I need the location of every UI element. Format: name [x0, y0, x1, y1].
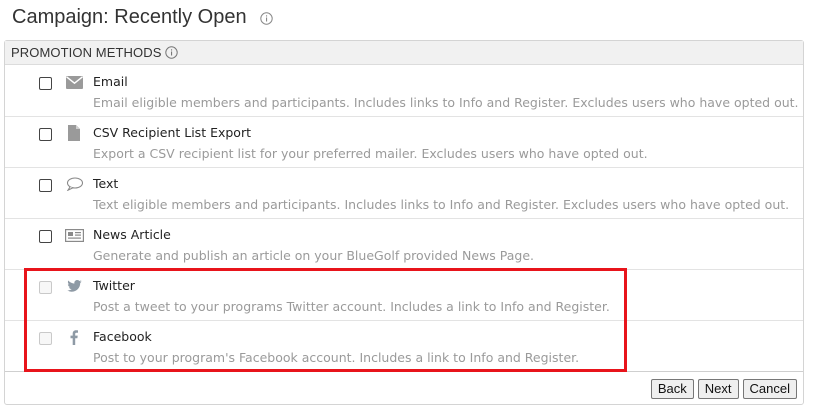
cancel-button[interactable]: Cancel	[742, 379, 797, 399]
file-icon	[63, 123, 85, 143]
method-description: Email eligible members and participants.…	[93, 95, 799, 110]
csv-export-checkbox[interactable]	[39, 128, 52, 141]
facebook-checkbox[interactable]	[39, 332, 52, 345]
method-description: Post a tweet to your programs Twitter ac…	[93, 299, 610, 314]
text-checkbox[interactable]	[39, 179, 52, 192]
wizard-button-bar: Back Next Cancel	[650, 379, 797, 399]
method-label: Facebook	[93, 329, 152, 344]
method-description: Text eligible members and participants. …	[93, 197, 790, 212]
twitter-checkbox[interactable]	[39, 281, 52, 294]
info-circle-icon[interactable]	[165, 46, 179, 59]
promotion-methods-panel: PROMOTION METHODS Email Email eligible m…	[4, 40, 804, 405]
twitter-bird-icon	[63, 276, 85, 296]
page-header: Campaign: Recently Open	[12, 5, 273, 29]
newspaper-icon	[63, 225, 85, 245]
panel-title: PROMOTION METHODS	[11, 45, 162, 60]
envelope-icon	[63, 72, 85, 92]
method-row-facebook: Facebook Post to your program's Facebook…	[5, 321, 803, 372]
method-row-email: Email Email eligible members and partici…	[5, 66, 803, 117]
method-label: Text	[93, 176, 119, 191]
method-list: Email Email eligible members and partici…	[5, 66, 803, 372]
method-row-news-article: News Article Generate and publish an art…	[5, 219, 803, 270]
email-checkbox[interactable]	[39, 77, 52, 90]
next-button[interactable]: Next	[697, 379, 739, 399]
method-description: Post to your program's Facebook account.…	[93, 350, 580, 365]
method-label: CSV Recipient List Export	[93, 125, 251, 140]
method-description: Generate and publish an article on your …	[93, 248, 535, 263]
panel-header: PROMOTION METHODS	[5, 41, 803, 65]
facebook-f-icon	[63, 327, 85, 347]
method-row-csv-export: CSV Recipient List Export Export a CSV r…	[5, 117, 803, 168]
method-description: Export a CSV recipient list for your pre…	[93, 146, 648, 161]
info-circle-icon[interactable]	[259, 11, 273, 25]
method-row-twitter: Twitter Post a tweet to your programs Tw…	[5, 270, 803, 321]
method-label: News Article	[93, 227, 171, 242]
news-article-checkbox[interactable]	[39, 230, 52, 243]
method-label: Email	[93, 74, 128, 89]
speech-bubble-icon	[63, 174, 85, 194]
page-title: Campaign: Recently Open	[12, 5, 247, 28]
method-label: Twitter	[93, 278, 135, 293]
method-row-text: Text Text eligible members and participa…	[5, 168, 803, 219]
back-button[interactable]: Back	[650, 379, 694, 399]
